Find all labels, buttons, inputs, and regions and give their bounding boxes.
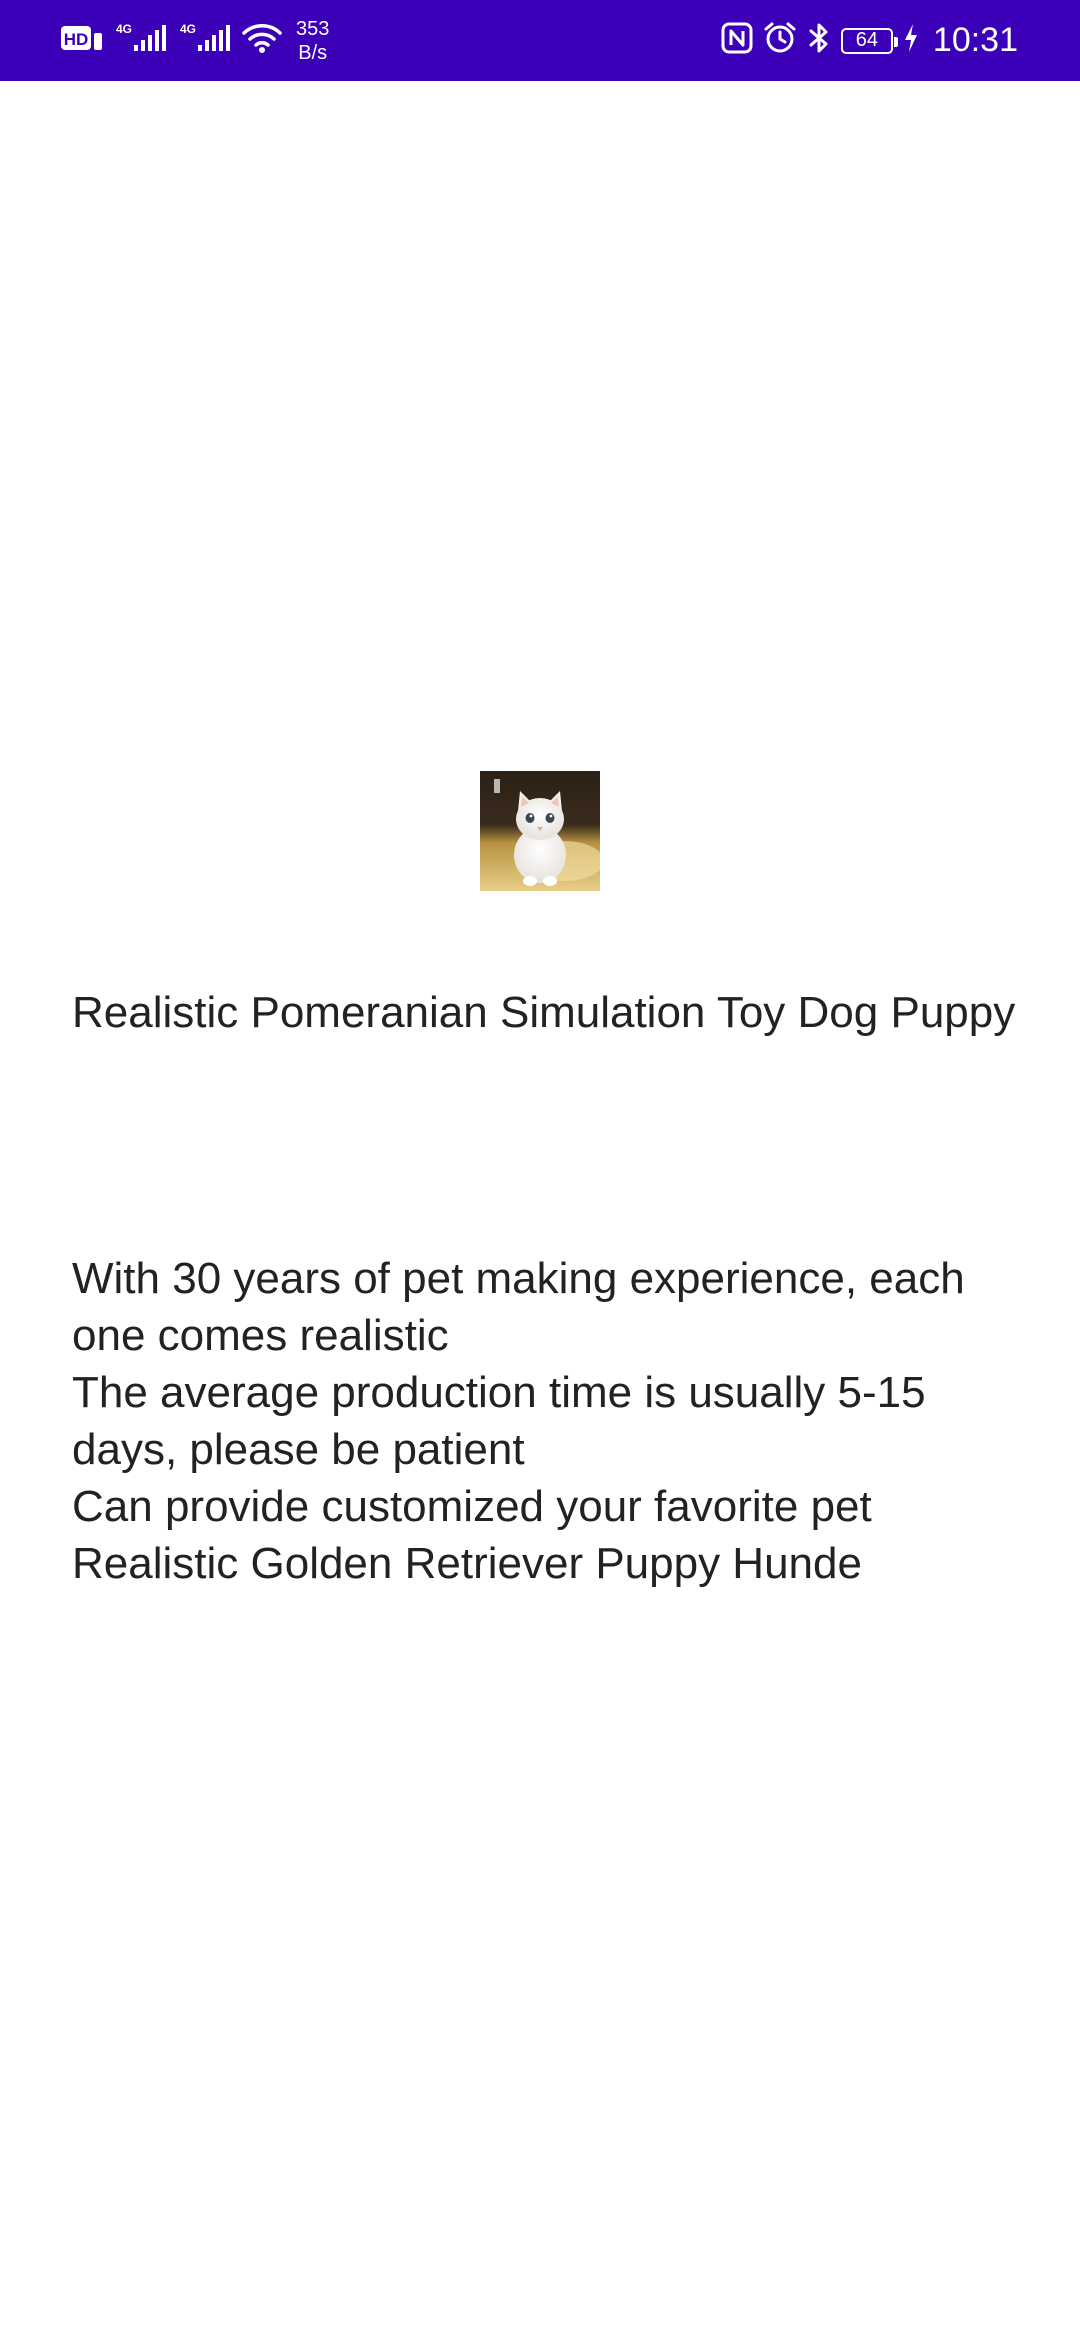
description-line: With 30 years of pet making experience, … (72, 1254, 965, 1360)
status-bar-left: HD 4G 4G 353 B/s (60, 0, 329, 81)
signal-4g-icon: 4G (178, 21, 232, 60)
nfc-icon (721, 21, 753, 60)
svg-text:4G: 4G (180, 22, 196, 36)
network-speed-value: 353 (296, 17, 330, 40)
hd-icon: HD (60, 23, 104, 58)
wifi-icon (242, 21, 282, 60)
battery-level: 64 (855, 29, 879, 51)
battery-icon: 64 (840, 27, 898, 54)
description-line: The average production time is usually 5… (72, 1368, 926, 1474)
signal-4g-icon: 4G (114, 21, 168, 60)
alarm-icon (763, 21, 797, 60)
network-speed: 353 B/s (296, 17, 329, 65)
description-line: Realistic Golden Retriever Puppy Hunde (72, 1539, 862, 1588)
svg-text:HD: HD (64, 30, 89, 49)
network-speed-unit: B/s (298, 41, 328, 64)
bluetooth-icon (807, 21, 831, 60)
white-kitten-photo (480, 771, 604, 891)
product-image (480, 771, 604, 891)
clock: 10:31 (932, 21, 1018, 59)
product-description: With 30 years of pet making experience, … (72, 1250, 1032, 1592)
description-line: Can provide customized your favorite pet (72, 1482, 872, 1531)
status-bar: HD 4G 4G 353 B/s 64 10:31 (0, 0, 1080, 81)
product-title: Realistic Pomeranian Simulation Toy Dog … (72, 988, 1016, 1037)
status-bar-right: 64 10:31 (721, 0, 1018, 81)
svg-text:4G: 4G (116, 22, 132, 36)
charging-icon (903, 21, 919, 60)
